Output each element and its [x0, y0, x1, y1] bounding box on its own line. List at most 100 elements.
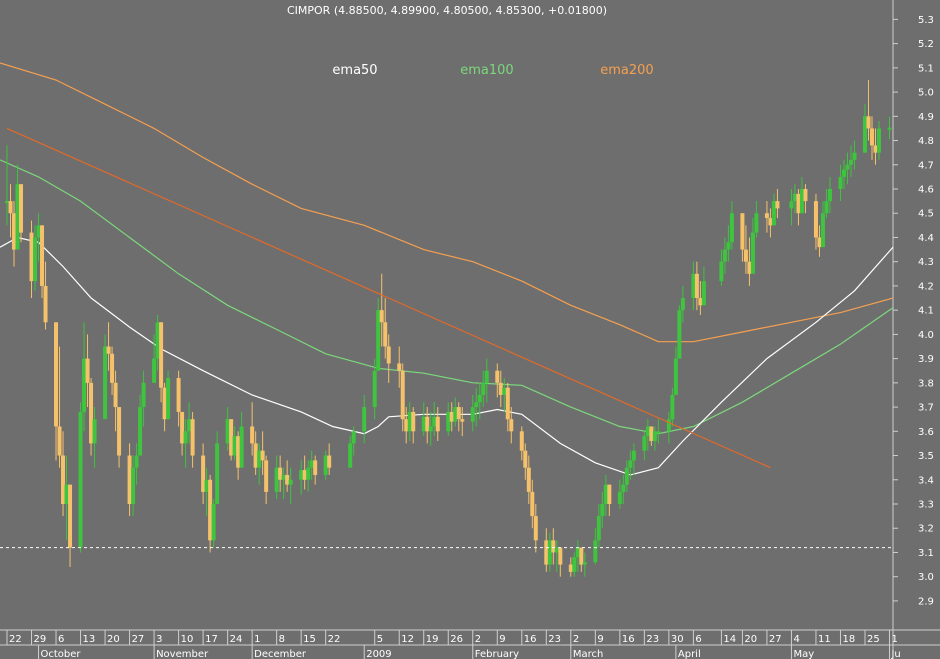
- candle-body: [180, 411, 185, 444]
- y-tick-label: 4.8: [918, 136, 934, 147]
- candle-body: [484, 370, 489, 383]
- candle-body: [575, 547, 580, 558]
- candle-body: [166, 378, 171, 420]
- candle-body: [666, 419, 671, 432]
- y-tick-label: 3.3: [918, 500, 934, 511]
- candle-body: [841, 169, 846, 177]
- candle-body: [229, 419, 234, 456]
- candle-body: [827, 189, 832, 202]
- legend-ema200: ema200: [600, 63, 653, 78]
- x-tick-label: 2: [573, 634, 579, 645]
- x-tick-label: 6: [695, 634, 701, 645]
- legend-ema50: ema50: [332, 63, 377, 78]
- candle-body: [792, 193, 797, 202]
- candle-body: [743, 249, 748, 262]
- candle: [211, 499, 216, 548]
- candle-body: [8, 201, 13, 214]
- candle-body: [204, 479, 209, 492]
- candle-body: [572, 557, 577, 572]
- candle-body: [113, 382, 118, 408]
- x-tick-label: 9: [597, 634, 603, 645]
- candle-body: [117, 407, 122, 456]
- x-tick-label: 14: [723, 634, 736, 645]
- candle-body: [253, 443, 258, 468]
- candle-body: [726, 242, 731, 250]
- candle-body: [110, 353, 115, 383]
- candle-body: [36, 225, 41, 238]
- y-tick-label: 3.8: [918, 378, 934, 389]
- month-label: October: [41, 649, 82, 659]
- x-tick-label: 24: [230, 634, 243, 645]
- x-tick-label: 20: [107, 634, 120, 645]
- candle-body: [873, 145, 878, 153]
- candle-body: [631, 450, 636, 461]
- candle-body: [152, 358, 157, 383]
- candle-body: [670, 394, 675, 420]
- y-tick-label: 4.9: [918, 112, 934, 123]
- candle-body: [505, 387, 510, 420]
- candle-body: [624, 467, 629, 485]
- candle-body: [551, 540, 556, 553]
- candle-body: [78, 411, 83, 548]
- candle-body: [694, 273, 699, 299]
- candle-body: [239, 426, 244, 468]
- x-tick-label: 27: [769, 634, 782, 645]
- candle-body: [796, 193, 801, 214]
- y-tick-label: 4.5: [918, 209, 934, 220]
- x-tick-label: 5: [377, 634, 383, 645]
- candle-body: [250, 426, 255, 444]
- y-tick-label: 5.3: [918, 15, 934, 26]
- candle-body: [201, 455, 206, 492]
- candle-body: [57, 426, 62, 456]
- x-tick-label: 23: [646, 634, 659, 645]
- candle-body: [607, 484, 612, 504]
- y-tick-label: 3.2: [918, 524, 934, 535]
- x-tick-label: 12: [401, 634, 414, 645]
- candle-body: [29, 232, 34, 282]
- candle-body: [208, 479, 213, 541]
- candle-body: [183, 431, 188, 444]
- candle-body: [19, 184, 24, 233]
- y-tick-label: 4.3: [918, 257, 934, 268]
- candle-body: [40, 225, 45, 286]
- y-tick-label: 3.0: [918, 572, 934, 583]
- candle: [166, 370, 171, 420]
- x-tick-label: 16: [524, 634, 537, 645]
- candle-body: [225, 419, 230, 444]
- candle-body: [477, 394, 482, 403]
- candle-body: [775, 201, 780, 209]
- candle-body: [642, 436, 647, 451]
- candle-body: [656, 431, 661, 434]
- candle-body: [278, 467, 283, 480]
- candle-body: [288, 479, 293, 485]
- candle-body: [803, 189, 808, 202]
- candle-body: [131, 467, 136, 504]
- x-tick-label: 20: [744, 634, 757, 645]
- x-tick-label: 4: [793, 634, 799, 645]
- candle-body: [764, 213, 769, 219]
- candle-body: [64, 484, 69, 504]
- candle-body: [600, 504, 605, 517]
- x-tick-label: 8: [279, 634, 285, 645]
- candle-body: [82, 358, 87, 412]
- y-tick-label: 3.6: [918, 427, 934, 438]
- x-tick-label: 29: [34, 634, 47, 645]
- candle-body: [729, 213, 734, 243]
- x-tick-label: 15: [303, 634, 316, 645]
- candle-body: [43, 285, 48, 323]
- candle-body: [845, 164, 850, 170]
- candle-body: [85, 358, 90, 383]
- candle-body: [645, 426, 650, 437]
- candle-body: [509, 419, 514, 432]
- candle-body: [411, 411, 416, 432]
- candle-body: [211, 504, 216, 541]
- month-label: 2009: [366, 649, 391, 659]
- candle-body: [862, 116, 867, 153]
- candle-body: [544, 540, 549, 565]
- candle-body: [869, 128, 874, 146]
- candle-body: [852, 152, 857, 160]
- candle-body: [750, 232, 755, 274]
- y-tick-label: 4.4: [918, 233, 934, 244]
- candle-body: [876, 128, 881, 153]
- month-label: December: [254, 649, 307, 659]
